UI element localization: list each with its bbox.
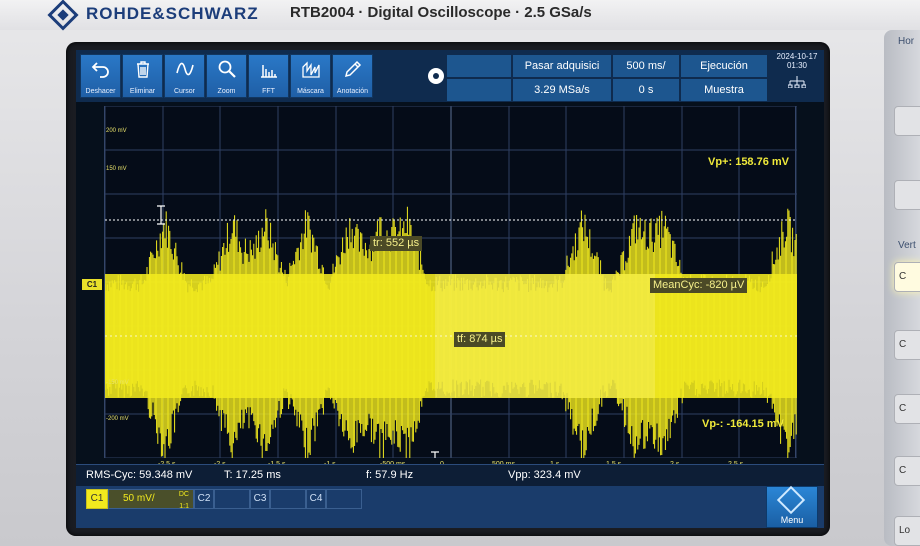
acquisition-mode[interactable]: Pasar adquisici xyxy=(512,54,612,78)
trash-icon xyxy=(137,61,149,78)
mean-cycle-readout: MeanCyc: -820 µV xyxy=(650,278,748,293)
fall-time-readout: tf: 874 µs xyxy=(454,332,506,347)
gear-icon[interactable] xyxy=(428,68,444,84)
time-offset[interactable]: 0 s xyxy=(612,78,680,102)
cursor-wave-icon xyxy=(176,62,194,76)
channel-2-scale[interactable] xyxy=(214,489,250,509)
y-label-200: 200 mV xyxy=(106,128,127,134)
side-button-ch3[interactable]: C xyxy=(894,394,920,424)
side-button-2[interactable] xyxy=(894,180,920,210)
undo-button[interactable]: Deshacer xyxy=(80,54,121,98)
cursor-button[interactable]: Cursor xyxy=(164,54,205,98)
trigger-mode[interactable]: Muestra xyxy=(680,78,768,102)
channel-4-tab[interactable]: C4 xyxy=(306,489,326,509)
model-line: RTB2004 · Digital Oscilloscope · 2.5 GSa… xyxy=(290,4,592,21)
channel-3-scale[interactable] xyxy=(270,489,306,509)
undo-icon xyxy=(91,62,109,78)
magnifier-icon xyxy=(218,60,236,78)
side-button-logic[interactable]: Lo xyxy=(894,516,920,546)
toolbar: Deshacer Eliminar Cursor Zoom FFT Máscar… xyxy=(76,50,824,102)
oscilloscope-body: ROHDE&SCHWARZ RTB2004 · Digital Oscillos… xyxy=(0,0,920,546)
network-icon xyxy=(787,76,807,89)
brand-bar: ROHDE&SCHWARZ RTB2004 · Digital Oscillos… xyxy=(0,0,920,31)
mask-icon xyxy=(302,61,320,78)
y-label-minus150: -150 mV xyxy=(106,380,129,386)
cursor-label: Cursor xyxy=(173,88,195,95)
channel-3-tab[interactable]: C3 xyxy=(250,489,270,509)
timestamp: 2024-10-17 01:30 xyxy=(770,52,824,90)
vpp[interactable]: Vpp: 323.4 mV xyxy=(508,469,581,481)
mask-button[interactable]: Máscara xyxy=(290,54,331,98)
channel-1-ratio: 1:1 xyxy=(179,503,189,510)
vp-minus-readout: Vp-: -164.15 mV xyxy=(702,418,784,430)
brand-name: ROHDE&SCHWARZ xyxy=(86,4,259,23)
fft-button[interactable]: FFT xyxy=(248,54,289,98)
channel-4-scale[interactable] xyxy=(326,489,362,509)
zoom-label: Zoom xyxy=(217,88,236,95)
side-button-ch4[interactable]: C xyxy=(894,456,920,486)
undo-label: Deshacer xyxy=(85,88,116,95)
acq-blank-bottom xyxy=(446,78,512,102)
vertical-section-label: Vert xyxy=(898,240,916,251)
channel-1-marker[interactable]: C1 xyxy=(82,279,102,290)
annotation-label: Anotación xyxy=(336,88,369,95)
sample-rate[interactable]: 3.29 MSa/s xyxy=(512,78,612,102)
fft-bars-icon xyxy=(261,65,277,78)
annotation-button[interactable]: Anotación xyxy=(332,54,373,98)
frequency[interactable]: f: 57.9 Hz xyxy=(366,469,413,481)
rms-cycle[interactable]: RMS-Cyc: 59.348 mV xyxy=(86,469,192,481)
mask-label: Máscara xyxy=(297,88,324,95)
vp-plus-readout: Vp+: 158.76 mV xyxy=(708,156,790,168)
channel-1-scale[interactable]: 50 mV/ DC 1:1 xyxy=(108,489,194,510)
channel-bar: C1 50 mV/ DC 1:1 C2 C3 C4 Menu xyxy=(76,485,824,528)
cursor-handle-top[interactable] xyxy=(157,205,165,225)
y-label-minus200: -200 mV xyxy=(106,416,129,422)
menu-diamond-icon xyxy=(776,485,806,515)
side-button-ch2[interactable]: C xyxy=(894,330,920,360)
rohde-schwarz-logo-icon xyxy=(47,0,79,31)
side-button-ch1[interactable]: C xyxy=(894,262,920,292)
channel-1-tab[interactable]: C1 xyxy=(86,489,108,509)
channel-2-tab[interactable]: C2 xyxy=(194,489,214,509)
delete-label: Eliminar xyxy=(129,88,156,95)
run-state[interactable]: Ejecución xyxy=(680,54,768,78)
display-screen: Deshacer Eliminar Cursor Zoom FFT Máscar… xyxy=(76,50,824,528)
measurement-bar: RMS-Cyc: 59.348 mV T: 17.25 ms f: 57.9 H… xyxy=(76,464,824,486)
side-button-1[interactable] xyxy=(894,106,920,136)
time: 01:30 xyxy=(786,61,808,70)
rise-time-readout: tr: 552 µs xyxy=(370,236,423,251)
horizontal-section-label: Hor xyxy=(898,36,915,47)
time-scale[interactable]: 500 ms/ xyxy=(612,54,680,78)
menu-label: Menu xyxy=(780,515,804,525)
cursor-handle-bottom[interactable] xyxy=(431,451,439,458)
period[interactable]: T: 17.25 ms xyxy=(224,469,281,481)
pencil-icon xyxy=(344,60,362,78)
channel-1-scale-value: 50 mV/ xyxy=(123,493,155,504)
acq-blank-top xyxy=(446,54,512,78)
menu-button[interactable]: Menu xyxy=(766,485,818,528)
zoom-button[interactable]: Zoom xyxy=(206,54,247,98)
date: 2024-10-17 xyxy=(776,52,818,61)
y-label-150: 150 mV xyxy=(106,166,127,172)
delete-button[interactable]: Eliminar xyxy=(122,54,163,98)
fft-label: FFT xyxy=(262,88,275,95)
